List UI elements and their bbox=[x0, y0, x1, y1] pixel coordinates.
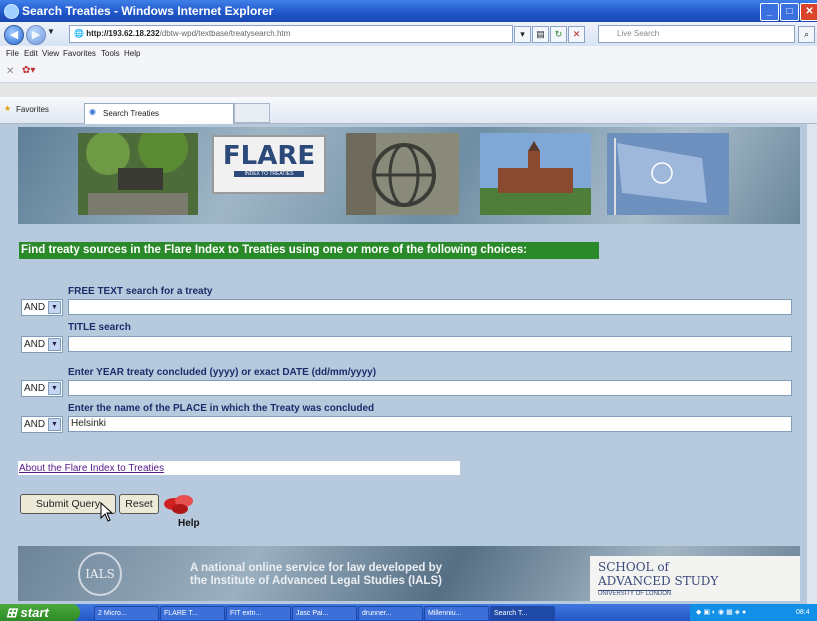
url-path: /dbtw-wpd/textbase/treatysearch.htm bbox=[159, 29, 291, 38]
clock: 08:4 bbox=[796, 609, 810, 616]
page-scrollbar[interactable] bbox=[807, 124, 817, 604]
history-dropdown-icon[interactable]: ▼ bbox=[47, 27, 55, 36]
menu-favorites[interactable]: Favorites bbox=[63, 49, 96, 58]
chevron-down-icon: ▼ bbox=[48, 382, 61, 395]
operator-value: AND bbox=[24, 339, 46, 350]
tab-title: Search Treaties bbox=[103, 109, 160, 118]
system-tray: ◆ ▣ ◐ ◉ ▦ ◈ ● 08:4 bbox=[690, 604, 817, 621]
address-dropdown-icon[interactable]: ▾ bbox=[514, 26, 531, 43]
un-flag-photo bbox=[607, 133, 729, 215]
minimize-button[interactable]: _ bbox=[760, 3, 779, 21]
sas-line3: UNIVERSITY OF LONDON bbox=[598, 590, 672, 597]
search-placeholder: Live Search bbox=[617, 29, 660, 38]
addon-icon[interactable]: ✿▾ bbox=[22, 65, 35, 76]
reset-button[interactable]: Reset bbox=[119, 494, 159, 514]
chevron-down-icon: ▼ bbox=[48, 418, 61, 431]
url-host: http://193.62.18.232 bbox=[86, 29, 160, 38]
window-title-bar[interactable]: Search Treaties - Windows Internet Explo… bbox=[0, 0, 817, 22]
chevron-down-icon: ▼ bbox=[48, 301, 61, 314]
tab-page-icon: ◉ bbox=[89, 107, 96, 116]
taskbar-item[interactable]: 2 Micro... bbox=[94, 606, 159, 621]
free-text-operator-select[interactable]: AND ▼ bbox=[21, 299, 63, 316]
favorites-button[interactable]: Favorites bbox=[16, 105, 49, 114]
windows-logo-icon: ⊞ bbox=[6, 605, 17, 620]
help-icon[interactable] bbox=[162, 492, 202, 520]
taskbar-item[interactable]: FLARE T... bbox=[160, 606, 225, 621]
search-icon[interactable]: ⌕ bbox=[798, 26, 815, 43]
refresh-icon[interactable]: ↻ bbox=[550, 26, 567, 43]
globe-sculpture-photo bbox=[346, 133, 459, 215]
page-icon: 🌐 bbox=[74, 29, 84, 38]
footer-text: A national online service for law develo… bbox=[190, 562, 442, 588]
place-label: Enter the name of the PLACE in which the… bbox=[68, 403, 375, 414]
sas-line1: SCHOOL of bbox=[598, 560, 669, 574]
taskbar-item[interactable]: FIT extn... bbox=[226, 606, 291, 621]
compatibility-icon[interactable]: ▤ bbox=[532, 26, 549, 43]
school-of-advanced-study-logo: SCHOOL of ADVANCED STUDY UNIVERSITY OF L… bbox=[590, 556, 800, 601]
year-operator-select[interactable]: AND ▼ bbox=[21, 380, 63, 397]
forward-icon[interactable]: ▶ bbox=[26, 25, 46, 45]
flare-logo: FLARE INDEX TO TREATIES bbox=[212, 135, 326, 194]
address-toolbar: ◀ ▶ ▼ 🌐 http://193.62.18.232/dbtw-wpd/te… bbox=[0, 22, 817, 46]
menu-tools[interactable]: Tools bbox=[101, 49, 120, 58]
operator-value: AND bbox=[24, 383, 46, 394]
new-tab-button[interactable] bbox=[234, 103, 270, 123]
close-button[interactable]: ✕ bbox=[800, 3, 817, 21]
help-label[interactable]: Help bbox=[178, 518, 200, 529]
footer-text-line2: the Institute of Advanced Legal Studies … bbox=[190, 575, 442, 587]
menu-edit[interactable]: Edit bbox=[24, 49, 38, 58]
free-text-label: FREE TEXT search for a treaty bbox=[68, 286, 213, 297]
free-text-input[interactable] bbox=[68, 299, 792, 315]
start-label: start bbox=[20, 605, 49, 620]
taskbar-item[interactable]: Search T... bbox=[490, 606, 555, 621]
about-flare-link[interactable]: About the Flare Index to Treaties bbox=[19, 463, 164, 474]
peace-palace-photo bbox=[480, 133, 591, 215]
menu-bar: File Edit View Favorites Tools Help bbox=[0, 46, 817, 63]
sas-line2: ADVANCED STUDY bbox=[598, 574, 719, 588]
place-input[interactable]: Helsinki bbox=[68, 416, 792, 432]
maximize-button[interactable]: □ bbox=[780, 3, 799, 21]
start-button[interactable]: ⊞ start bbox=[0, 604, 80, 621]
back-icon[interactable]: ◀ bbox=[4, 25, 24, 45]
year-date-input[interactable] bbox=[68, 380, 792, 396]
live-search-input[interactable]: Live Search bbox=[598, 25, 795, 43]
title-operator-select[interactable]: AND ▼ bbox=[21, 336, 63, 353]
place-operator-select[interactable]: AND ▼ bbox=[21, 416, 63, 433]
tab-search-treaties[interactable]: ◉ Search Treaties bbox=[84, 103, 234, 124]
ie-icon bbox=[4, 4, 19, 19]
taskbar-item[interactable]: drunner... bbox=[358, 606, 423, 621]
footer-text-line1: A national online service for law develo… bbox=[190, 562, 443, 574]
close-toolbar-icon[interactable]: ✕ bbox=[6, 66, 14, 77]
mouse-cursor-icon bbox=[100, 502, 114, 522]
title-search-input[interactable] bbox=[68, 336, 792, 352]
search-instructions-heading: Find treaty sources in the Flare Index t… bbox=[19, 242, 599, 259]
taskbar-item[interactable]: Jasc Pai... bbox=[292, 606, 357, 621]
menu-view[interactable]: View bbox=[42, 49, 59, 58]
menu-help[interactable]: Help bbox=[124, 49, 140, 58]
garden-photo bbox=[78, 133, 198, 215]
flare-logo-text: FLARE bbox=[222, 141, 316, 171]
favorites-star-icon: ★ bbox=[4, 104, 12, 113]
title-search-label: TITLE search bbox=[68, 322, 131, 333]
year-date-label: Enter YEAR treaty concluded (yyyy) or ex… bbox=[68, 367, 377, 378]
tray-icons[interactable]: ◆ ▣ ◐ ◉ ▦ ◈ ● bbox=[690, 609, 746, 616]
operator-value: AND bbox=[24, 419, 46, 430]
menu-file[interactable]: File bbox=[6, 49, 19, 58]
ials-logo: IALS bbox=[78, 552, 122, 596]
window-title: Search Treaties - Windows Internet Explo… bbox=[22, 4, 274, 18]
command-bar: ✕ ✿▾ bbox=[0, 63, 817, 83]
taskbar-item[interactable]: Millenniu... bbox=[424, 606, 489, 621]
address-input[interactable]: 🌐 http://193.62.18.232/dbtw-wpd/textbase… bbox=[69, 25, 513, 43]
stop-icon[interactable]: ✕ bbox=[568, 26, 585, 43]
chevron-down-icon: ▼ bbox=[48, 338, 61, 351]
operator-value: AND bbox=[24, 302, 46, 313]
